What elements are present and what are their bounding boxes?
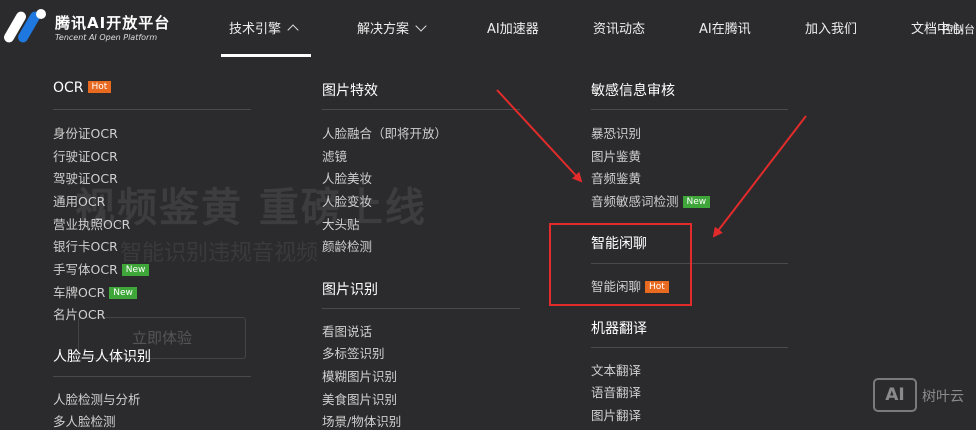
watermark-text: 树叶云: [922, 389, 964, 405]
arrow-pointer-icon: [496, 89, 583, 183]
watermark-logo-icon: AI: [873, 378, 917, 412]
arrow-pointer-icon: [712, 115, 807, 238]
annotation-arrows: [496, 89, 807, 238]
